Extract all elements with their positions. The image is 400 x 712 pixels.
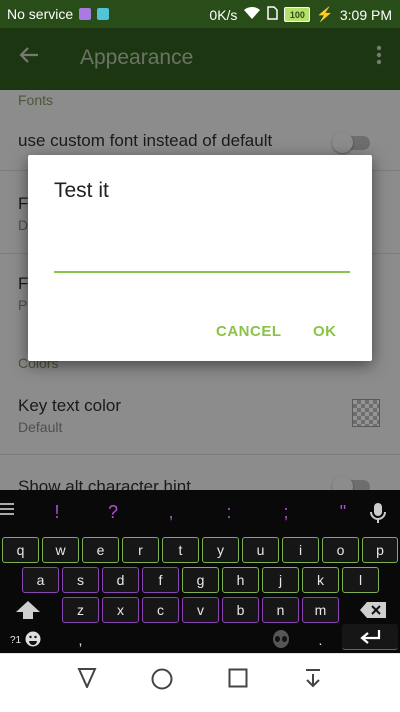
suggestion[interactable]: ?	[92, 490, 134, 534]
suggestion[interactable]: ,	[150, 490, 192, 534]
notification-icon	[79, 8, 92, 20]
key-d[interactable]: d	[102, 567, 139, 593]
wifi-icon	[243, 6, 261, 23]
key-r[interactable]: r	[122, 537, 159, 563]
key-l[interactable]: l	[342, 567, 379, 593]
cancel-button[interactable]: CANCEL	[216, 323, 282, 340]
key-q[interactable]: q	[2, 537, 39, 563]
key-n[interactable]: n	[262, 597, 299, 623]
key-x[interactable]: x	[102, 597, 139, 623]
battery-icon: 100	[284, 7, 311, 22]
recents-square-icon[interactable]	[228, 668, 248, 694]
soft-keyboard: ! ? , : ; " q w e r t y u i o p a s d f …	[0, 490, 400, 653]
key-b[interactable]: b	[222, 597, 259, 623]
comma-key[interactable]: ,	[62, 627, 99, 653]
suggestion[interactable]: :	[208, 490, 250, 534]
carrier-text: No service	[7, 6, 74, 22]
charging-icon: ⚡	[316, 6, 334, 22]
key-s[interactable]: s	[62, 567, 99, 593]
key-g[interactable]: g	[182, 567, 219, 593]
suggestion[interactable]: ;	[265, 490, 307, 534]
dialog-title: Test it	[54, 179, 109, 202]
sim-icon	[267, 6, 279, 23]
menu-icon[interactable]	[0, 502, 16, 521]
key-j[interactable]: j	[262, 567, 299, 593]
alien-emoji-icon[interactable]	[262, 627, 299, 653]
key-u[interactable]: u	[242, 537, 279, 563]
microphone-icon[interactable]	[370, 502, 386, 529]
key-p[interactable]: p	[362, 537, 398, 563]
test-text-input[interactable]	[54, 241, 350, 273]
enter-icon	[360, 629, 381, 644]
period-key[interactable]: .	[302, 627, 339, 653]
key-z[interactable]: z	[62, 597, 99, 623]
home-circle-icon[interactable]	[151, 668, 173, 696]
shift-key[interactable]	[2, 597, 54, 623]
enter-key[interactable]	[342, 624, 398, 650]
clock: 3:09 PM	[339, 6, 392, 23]
suggestion[interactable]: !	[36, 490, 78, 534]
back-triangle-icon[interactable]	[76, 668, 98, 694]
key-v[interactable]: v	[182, 597, 219, 623]
network-speed: 0K/s	[209, 6, 238, 23]
symbols-key[interactable]: ?1	[2, 627, 50, 653]
backspace-key[interactable]	[350, 597, 396, 623]
emoji-icon	[25, 631, 41, 650]
key-h[interactable]: h	[222, 567, 259, 593]
key-f[interactable]: f	[142, 567, 179, 593]
key-e[interactable]: e	[82, 537, 119, 563]
test-font-dialog: Test it CANCEL OK	[28, 155, 372, 361]
key-i[interactable]: i	[282, 537, 319, 563]
key-m[interactable]: m	[302, 597, 339, 623]
key-o[interactable]: o	[322, 537, 359, 563]
app-notification-icon	[97, 8, 110, 20]
symbols-label: ?1	[10, 634, 22, 646]
pull-down-notification-icon[interactable]	[304, 668, 322, 696]
key-w[interactable]: w	[42, 537, 79, 563]
key-k[interactable]: k	[302, 567, 339, 593]
shift-arrow-icon	[16, 601, 40, 619]
key-a[interactable]: a	[22, 567, 59, 593]
suggestion[interactable]: "	[322, 490, 364, 534]
key-c[interactable]: c	[142, 597, 179, 623]
key-y[interactable]: y	[202, 537, 239, 563]
ok-button[interactable]: OK	[313, 323, 337, 340]
backspace-icon	[360, 602, 386, 618]
status-bar: No service 0K/s 100 ⚡ 3:09 PM	[0, 0, 400, 28]
navigation-bar	[0, 653, 400, 712]
key-t[interactable]: t	[162, 537, 199, 563]
